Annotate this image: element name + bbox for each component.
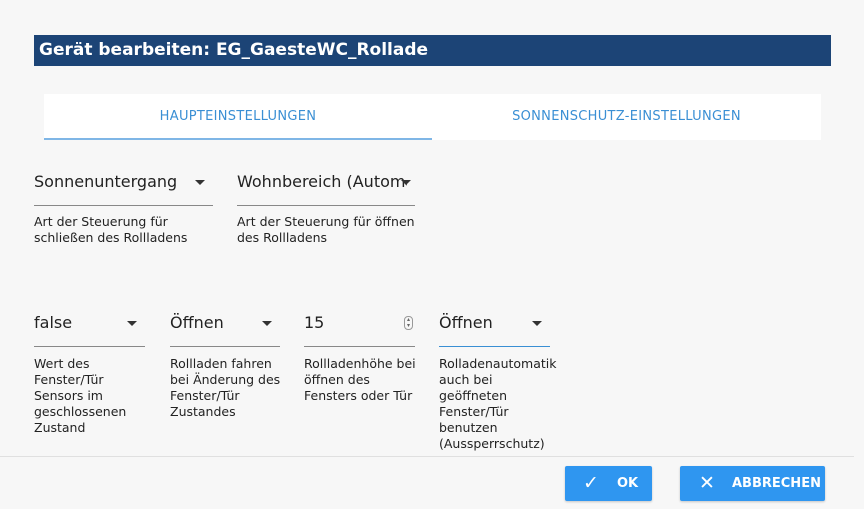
window-closed-value-helper: Wert des Fenster/Tür Sensors im geschlos… xyxy=(34,356,127,435)
ok-button-label: OK xyxy=(617,476,639,491)
window-open-height-helper: Rollladenhöhe bei öffnen des Fensters od… xyxy=(304,356,416,403)
select-underline xyxy=(34,346,145,347)
check-icon: ✓ xyxy=(583,472,599,494)
tab-main-settings[interactable]: HAUPTEINSTELLUNGEN xyxy=(44,94,432,140)
select-underline xyxy=(34,205,213,206)
window-change-action-select[interactable]: Öffnen xyxy=(170,313,280,347)
chevron-down-icon xyxy=(532,321,542,326)
cancel-button[interactable]: ✕ ABBRECHEN xyxy=(680,466,825,501)
close-control-value: Sonnenuntergang xyxy=(34,172,178,191)
cancel-button-label: ABBRECHEN xyxy=(732,476,821,491)
open-control-value: Wohnbereich (Automatik xyxy=(237,172,407,191)
window-closed-value-select[interactable]: false xyxy=(34,313,145,347)
window-change-action-helper: Rollladen fahren bei Änderung des Fenste… xyxy=(170,356,281,419)
tab-bar: HAUPTEINSTELLUNGEN SONNENSCHUTZ-EINSTELL… xyxy=(44,94,821,140)
number-spinner-icon[interactable]: ▴ ▾ xyxy=(404,316,413,330)
close-control-select[interactable]: Sonnenuntergang xyxy=(34,172,213,206)
chevron-down-icon xyxy=(127,321,137,326)
select-underline xyxy=(170,346,280,347)
select-underline xyxy=(439,346,550,347)
chevron-down-icon xyxy=(262,321,272,326)
lockout-protection-select[interactable]: Öffnen xyxy=(439,313,550,347)
open-control-select[interactable]: Wohnbereich (Automatik xyxy=(237,172,415,206)
window-open-height-value: 15 xyxy=(304,313,325,332)
window-open-height-input[interactable]: 15 ▴ ▾ xyxy=(304,313,415,347)
ok-button[interactable]: ✓ OK xyxy=(565,466,652,501)
open-control-helper: Art der Steuerung für öffnen des Rolllad… xyxy=(237,214,415,245)
close-icon: ✕ xyxy=(699,472,715,494)
chevron-down-icon xyxy=(195,180,205,185)
lockout-protection-helper: Rolladenautomatik auch bei geöffneten Fe… xyxy=(439,356,557,451)
dialog-title: Gerät bearbeiten: EG_GaesteWC_Rollade xyxy=(34,35,831,66)
input-underline xyxy=(304,346,415,347)
close-control-helper: Art der Steuerung für schließen des Roll… xyxy=(34,214,188,245)
chevron-down-icon xyxy=(401,180,411,185)
select-underline xyxy=(237,205,415,206)
tab-sun-protection-settings[interactable]: SONNENSCHUTZ-EINSTELLUNGEN xyxy=(432,94,821,140)
footer-divider xyxy=(0,456,854,457)
